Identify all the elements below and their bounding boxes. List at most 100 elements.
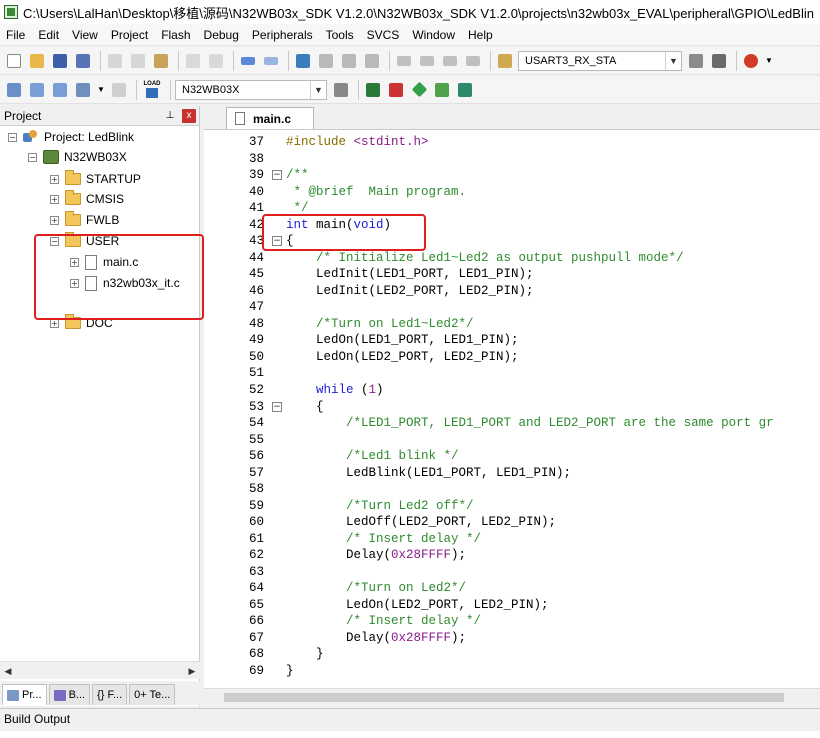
scroll-right-icon[interactable]: ▶	[184, 663, 200, 679]
file-extensions-icon[interactable]	[386, 80, 406, 100]
open-folder-icon[interactable]	[27, 51, 47, 71]
save-all-icon[interactable]	[73, 51, 93, 71]
prev-bookmark-icon[interactable]	[316, 51, 336, 71]
code-line[interactable]: 65 LedOn(LED2_PORT, LED2_PIN);	[204, 596, 820, 613]
run-time-environment-icon[interactable]	[455, 80, 475, 100]
incremental-find-icon[interactable]	[709, 51, 729, 71]
tab-project[interactable]: Pr...	[2, 684, 47, 705]
batch-build-icon[interactable]	[73, 80, 93, 100]
code-line[interactable]: 55	[204, 431, 820, 448]
code-line[interactable]: 47	[204, 299, 820, 316]
menu-view[interactable]: View	[72, 28, 98, 42]
nav-back-icon[interactable]	[238, 51, 258, 71]
new-file-icon[interactable]	[4, 51, 24, 71]
menu-file[interactable]: File	[6, 28, 25, 42]
select-software-packs-icon[interactable]	[432, 80, 452, 100]
scrollbar-thumb[interactable]	[224, 693, 784, 702]
paste-icon[interactable]	[151, 51, 171, 71]
tree-node-target[interactable]: − N32WB03X	[28, 148, 127, 166]
menu-debug[interactable]: Debug	[204, 28, 239, 42]
pin-icon[interactable]: ⊥	[164, 110, 176, 122]
menu-project[interactable]: Project	[111, 28, 148, 42]
debug-session-icon[interactable]	[741, 51, 761, 71]
code-line[interactable]: 57 LedBlink(LED1_PORT, LED1_PIN);	[204, 464, 820, 481]
code-line[interactable]: 54 /*LED1_PORT, LED1_PORT and LED2_PORT …	[204, 415, 820, 432]
fold-gutter[interactable]: −	[270, 167, 284, 183]
menu-peripherals[interactable]: Peripherals	[252, 28, 313, 42]
code-line[interactable]: 40 * @brief Main program.	[204, 184, 820, 201]
code-line[interactable]: 44 /* Initialize Led1~Led2 as output pus…	[204, 250, 820, 267]
expand-icon[interactable]: +	[50, 215, 59, 225]
scroll-left-icon[interactable]: ◀	[0, 663, 16, 679]
find-icon[interactable]	[686, 51, 706, 71]
find-in-files-icon[interactable]	[495, 51, 515, 71]
code-line[interactable]: 49 LedOn(LED1_PORT, LED1_PIN);	[204, 332, 820, 349]
fold-toggle-icon[interactable]: −	[272, 401, 282, 412]
chevron-down-icon[interactable]: ▼	[310, 80, 326, 99]
collapse-icon[interactable]: −	[28, 152, 37, 162]
code-line[interactable]: 39−/**	[204, 167, 820, 184]
tree-node-fwlb[interactable]: + FWLB	[50, 211, 119, 229]
code-line[interactable]: 69}	[204, 663, 820, 680]
code-line[interactable]: 67 Delay(0x28FFFF);	[204, 629, 820, 646]
code-line[interactable]: 68 }	[204, 646, 820, 663]
code-line[interactable]: 56 /*Led1 blink */	[204, 448, 820, 465]
clear-bookmarks-icon[interactable]	[362, 51, 382, 71]
copy-icon[interactable]	[128, 51, 148, 71]
next-bookmark-icon[interactable]	[339, 51, 359, 71]
code-line[interactable]: 53− {	[204, 398, 820, 415]
code-line[interactable]: 38	[204, 151, 820, 168]
code-line[interactable]: 52 while (1)	[204, 382, 820, 399]
translate-icon[interactable]	[4, 80, 24, 100]
menu-flash[interactable]: Flash	[161, 28, 190, 42]
code-line[interactable]: 63	[204, 563, 820, 580]
code-line[interactable]: 58	[204, 481, 820, 498]
close-icon[interactable]: x	[182, 108, 196, 123]
code-line[interactable]: 64 /*Turn on Led2*/	[204, 580, 820, 597]
code-line[interactable]: 51	[204, 365, 820, 382]
code-line[interactable]: 62 Delay(0x28FFFF);	[204, 547, 820, 564]
menu-edit[interactable]: Edit	[38, 28, 59, 42]
nav-forward-icon[interactable]	[261, 51, 281, 71]
code-line[interactable]: 50 LedOn(LED2_PORT, LED2_PIN);	[204, 349, 820, 366]
bookmark-icon[interactable]	[293, 51, 313, 71]
build-icon[interactable]	[27, 80, 47, 100]
dropdown-arrow-icon[interactable]: ▼	[764, 51, 774, 71]
code-area[interactable]: 37 #include <stdint.h> 38 39−/** 40 * @brief…	[204, 130, 820, 688]
rebuild-icon[interactable]	[50, 80, 70, 100]
chevron-down-icon[interactable]: ▼	[665, 51, 681, 70]
uncomment-icon[interactable]	[463, 51, 483, 71]
tree-node-cmsis[interactable]: + CMSIS	[50, 190, 124, 208]
code-line[interactable]: 48 /*Turn on Led1~Led2*/	[204, 316, 820, 333]
code-line[interactable]: 37 #include <stdint.h>	[204, 134, 820, 151]
scrollbar-track[interactable]	[16, 664, 184, 678]
undo-icon[interactable]	[183, 51, 203, 71]
menu-help[interactable]: Help	[468, 28, 493, 42]
collapse-icon[interactable]: −	[8, 132, 17, 142]
stop-build-icon[interactable]	[109, 80, 129, 100]
tab-functions[interactable]: {} F...	[92, 684, 128, 705]
menu-svcs[interactable]: SVCS	[367, 28, 400, 42]
code-line[interactable]: 59 /*Turn Led2 off*/	[204, 497, 820, 514]
comment-icon[interactable]	[440, 51, 460, 71]
unindent-icon[interactable]	[417, 51, 437, 71]
code-line[interactable]: 46 LedInit(LED2_PORT, LED2_PIN);	[204, 283, 820, 300]
manage-components-icon[interactable]	[363, 80, 383, 100]
tab-main-c[interactable]: main.c	[226, 107, 315, 129]
tab-books[interactable]: B...	[48, 684, 91, 705]
pack-installer-icon[interactable]	[409, 80, 429, 100]
tree-node-startup[interactable]: + STARTUP	[50, 170, 141, 188]
expand-icon[interactable]: +	[50, 194, 59, 204]
code-line[interactable]: 60 LedOff(LED2_PORT, LED2_PIN);	[204, 514, 820, 531]
code-line[interactable]: 66 /* Insert delay */	[204, 613, 820, 630]
download-load-icon[interactable]: LOAD	[141, 80, 163, 100]
target-select[interactable]: N32WB03X ▼	[175, 79, 327, 100]
menu-window[interactable]: Window	[412, 28, 455, 42]
tab-templates[interactable]: 0+ Te...	[129, 684, 176, 705]
code-line[interactable]: 61 /* Insert delay */	[204, 530, 820, 547]
redo-icon[interactable]	[206, 51, 226, 71]
fold-toggle-icon[interactable]: −	[272, 170, 282, 181]
dropdown-arrow-icon[interactable]: ▼	[96, 80, 106, 100]
project-horizontal-scrollbar[interactable]: ◀ ▶	[0, 661, 200, 679]
find-combo[interactable]: USART3_RX_STA ▼	[518, 50, 682, 71]
